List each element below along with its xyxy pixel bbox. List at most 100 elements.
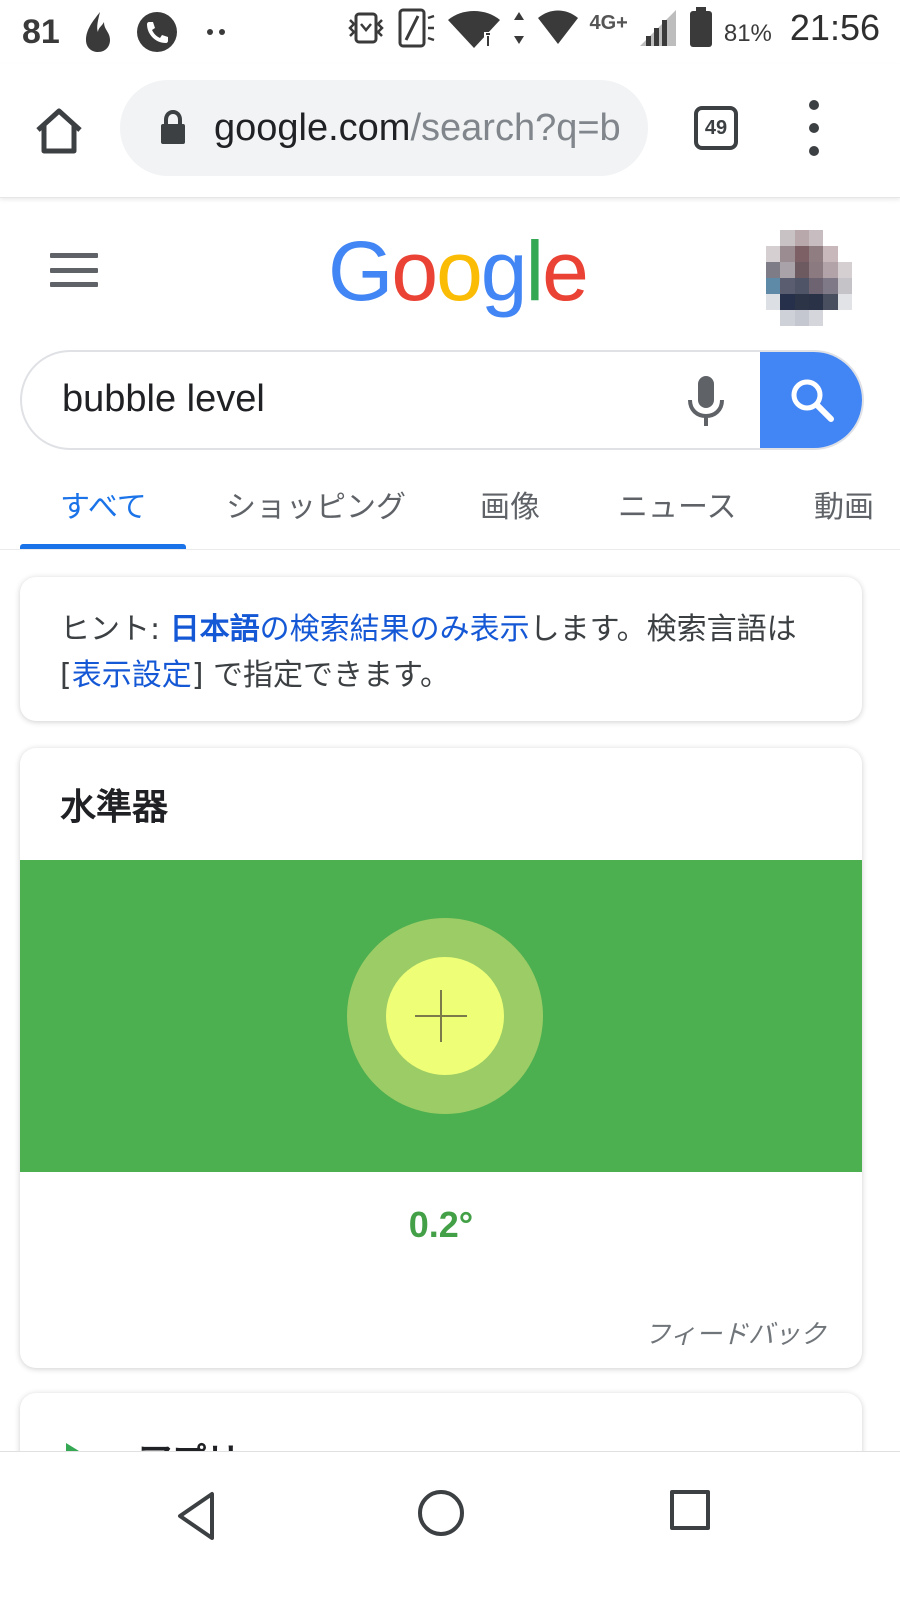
more-dots-icon: [206, 29, 225, 35]
signal-icon: [639, 10, 676, 46]
level-title: 水準器: [60, 787, 169, 828]
lock-icon: [161, 110, 185, 144]
microphone-icon[interactable]: [682, 374, 730, 430]
level-field: [20, 860, 862, 1172]
tab-switcher-button[interactable]: 49: [694, 106, 738, 150]
avatar-pixel: [780, 310, 795, 326]
wifi-arrows-icon: [513, 12, 524, 44]
avatar-pixel: [823, 310, 838, 326]
clock: 21:56: [789, 7, 880, 48]
avatar-pixel: [808, 262, 824, 278]
display-settings-link[interactable]: 表示設定: [72, 658, 192, 693]
status-bar: 81 4G+ 81% 21:56: [0, 0, 900, 64]
url-path: /search?q=b: [410, 106, 621, 149]
status-bar-right: 4G+ 81% 21:56: [346, 6, 880, 50]
hint-prefix: ヒント:: [60, 612, 170, 647]
avatar-pixel: [808, 246, 824, 262]
avatar-pixel: [823, 230, 838, 246]
crosshair-vertical: [440, 990, 442, 1042]
tab-news[interactable]: ニュース: [618, 482, 737, 526]
google-logo[interactable]: Google: [328, 224, 589, 318]
tab-videos[interactable]: 動画: [814, 482, 874, 526]
feedback-link[interactable]: フィードバック: [645, 1314, 826, 1351]
tab-images[interactable]: 画像: [480, 482, 540, 526]
language-hint-card: ヒント: 日本語の検索結果のみ表示します。検索言語は [表示設定] で指定できま…: [20, 577, 862, 721]
flame-icon: [85, 12, 110, 52]
phone-icon: [136, 12, 177, 52]
search-button[interactable]: [760, 352, 862, 448]
active-tab-indicator: [20, 544, 186, 549]
avatar-pixel: [794, 294, 809, 310]
logo-letter: g: [480, 224, 528, 318]
search-input[interactable]: bubble level: [62, 378, 265, 421]
avatar-pixel: [780, 230, 795, 246]
menu-dot: [809, 123, 819, 133]
avatar-pixel: [823, 278, 838, 294]
logo-letter: e: [542, 224, 589, 318]
status-bar-left: 81: [22, 10, 230, 54]
bubble-level-card: 水準器 0.2° フィードバック: [20, 748, 862, 1368]
avatar-pixel: [780, 246, 795, 262]
menu-dot: [809, 146, 819, 156]
tab-shopping[interactable]: ショッピング: [226, 482, 406, 526]
avatar-pixel: [794, 262, 809, 278]
avatar-pixel: [780, 294, 795, 310]
nfc-icon: [398, 8, 434, 48]
search-box[interactable]: bubble level: [20, 350, 864, 450]
angle-readout: 0.2°: [408, 1204, 474, 1245]
avatar-pixel: [808, 294, 824, 310]
avatar-pixel: [780, 262, 795, 278]
avatar-pixel: [794, 278, 809, 294]
browser-toolbar: google.com/search?q=b 49: [0, 64, 900, 198]
avatar-pixel: [823, 294, 838, 310]
avatar-pixel: [766, 278, 781, 294]
avatar-pixel: [837, 246, 852, 262]
home-circle-icon[interactable]: [418, 1490, 464, 1536]
google-header: Google: [0, 198, 900, 338]
avatar-pixel: [837, 278, 852, 294]
logo-letter: l: [525, 224, 545, 318]
wifi-icon: [447, 11, 500, 48]
back-icon[interactable]: [170, 1486, 230, 1546]
hamburger-menu-icon[interactable]: [50, 253, 98, 287]
home-icon: [36, 108, 82, 154]
tab-all[interactable]: すべて: [60, 482, 147, 526]
menu-dot: [809, 100, 819, 110]
avatar-pixel: [766, 246, 781, 262]
search-tabs: すべて ショッピング 画像 ニュース 動画: [0, 460, 900, 550]
system-nav-bar: [0, 1451, 900, 1600]
recents-icon[interactable]: [670, 1490, 710, 1530]
network-type: 4G+: [589, 11, 628, 34]
avatar-pixel: [808, 278, 824, 294]
avatar-pixel: [794, 230, 809, 246]
notification-count: 81: [22, 12, 60, 51]
avatar[interactable]: [766, 230, 852, 326]
avatar-pixel: [766, 262, 781, 278]
address-bar[interactable]: google.com/search?q=b: [120, 80, 648, 176]
avatar-pixel: [766, 230, 781, 246]
search-icon: [791, 379, 834, 422]
signal-wifi-icon: [537, 10, 578, 44]
vibrate-icon: [347, 12, 384, 44]
logo-letter: o: [391, 224, 438, 318]
avatar-pixel: [837, 230, 852, 246]
logo-letter: o: [436, 224, 483, 318]
avatar-pixel: [823, 262, 838, 278]
avatar-pixel: [823, 246, 838, 262]
url-host: google.com: [214, 106, 411, 149]
hint-suffix: ] で指定できます。: [191, 658, 450, 693]
battery-percent: 81%: [723, 20, 772, 47]
avatar-pixel: [794, 246, 809, 262]
japanese-only-link[interactable]: 日本語: [170, 612, 260, 647]
avatar-pixel: [766, 310, 781, 326]
avatar-pixel: [808, 310, 824, 326]
menu-button[interactable]: [800, 100, 828, 156]
avatar-pixel: [808, 230, 824, 246]
avatar-pixel: [837, 294, 852, 310]
home-button[interactable]: [30, 102, 88, 160]
japanese-results-link[interactable]: の検索結果のみ表示: [260, 612, 530, 647]
avatar-pixel: [780, 278, 795, 294]
avatar-pixel: [794, 310, 809, 326]
avatar-pixel: [837, 310, 852, 326]
avatar-pixel: [837, 262, 852, 278]
